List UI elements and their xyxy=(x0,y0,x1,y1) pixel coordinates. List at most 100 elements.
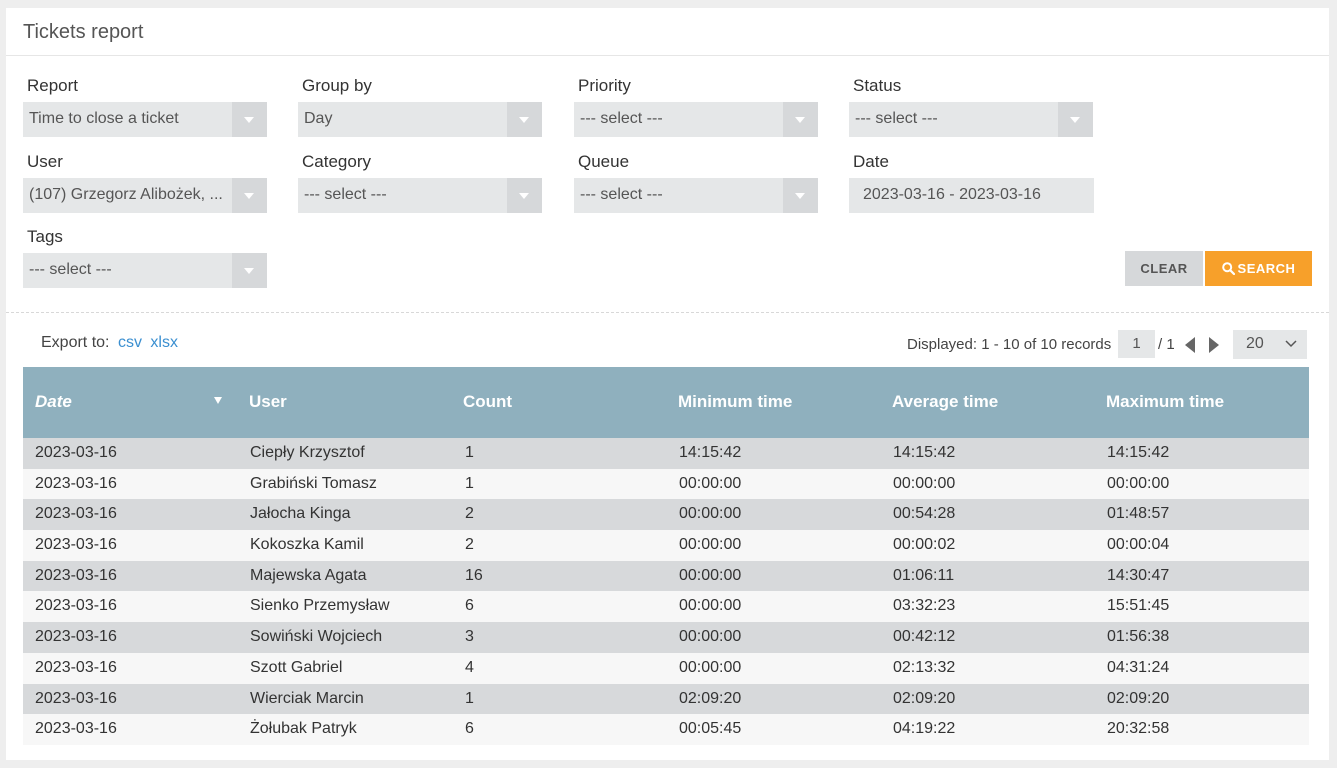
average-time-cell: 02:09:20 xyxy=(893,689,956,707)
user-cell: Grabiński Tomasz xyxy=(250,474,377,492)
chevron-down-icon xyxy=(1058,102,1093,137)
column-header-count[interactable]: Count xyxy=(463,392,512,412)
count-cell: 1 xyxy=(465,689,474,707)
category-select[interactable]: --- select --- xyxy=(298,178,542,213)
date-range-input[interactable]: 2023-03-16 - 2023-03-16 xyxy=(849,178,1094,213)
average-time-cell: 02:13:32 xyxy=(893,658,956,676)
export-label: Export to: xyxy=(41,334,110,351)
search-button-label: SEARCH xyxy=(1237,261,1296,276)
export-bar: Export to: csv xlsx xyxy=(41,334,178,352)
table-row: 2023-03-16 Ciepły Krzysztof 1 14:15:42 14:15… xyxy=(23,438,1309,469)
date-cell: 2023-03-16 xyxy=(35,474,117,492)
prev-page-icon[interactable] xyxy=(1185,337,1195,353)
user-cell: Żołubak Patryk xyxy=(250,720,357,738)
tags-select[interactable]: --- select --- xyxy=(23,253,267,288)
report-select-value: Time to close a ticket xyxy=(29,110,179,127)
panel-header: Tickets report xyxy=(6,8,1329,56)
user-cell: Sienko Przemysław xyxy=(250,597,390,615)
column-header-maximum-time[interactable]: Maximum time xyxy=(1106,392,1224,412)
group-by-select-value: Day xyxy=(304,110,333,127)
average-time-cell: 00:54:28 xyxy=(893,505,956,523)
average-time-cell: 04:19:22 xyxy=(893,720,956,738)
tags-label: Tags xyxy=(27,227,63,246)
user-cell: Kokoszka Kamil xyxy=(250,536,364,554)
total-pages: / 1 xyxy=(1158,336,1175,353)
date-cell: 2023-03-16 xyxy=(35,689,117,707)
table-row: 2023-03-16 Żołubak Patryk 6 00:05:45 04:19:2… xyxy=(23,714,1309,745)
average-time-cell: 14:15:42 xyxy=(893,444,956,461)
export-csv-link[interactable]: csv xyxy=(118,334,142,351)
next-page-icon[interactable] xyxy=(1209,337,1219,353)
maximum-time-cell: 02:09:20 xyxy=(1107,689,1170,707)
priority-select[interactable]: --- select --- xyxy=(574,102,818,137)
maximum-time-cell: 00:00:04 xyxy=(1107,536,1170,554)
user-label: User xyxy=(27,152,63,171)
report-label: Report xyxy=(27,76,79,95)
date-cell: 2023-03-16 xyxy=(35,505,117,523)
minimum-time-cell: 00:00:00 xyxy=(679,566,742,584)
status-label: Status xyxy=(853,76,902,95)
category-select-value: --- select --- xyxy=(304,186,387,203)
report-table: Date User Count Minimum time Average tim… xyxy=(23,367,1309,745)
count-cell: 1 xyxy=(465,474,474,492)
export-xlsx-link[interactable]: xlsx xyxy=(150,334,178,351)
sort-desc-icon[interactable] xyxy=(214,397,222,404)
table-row: 2023-03-16 Sowiński Wojciech 3 00:00:00 00:4… xyxy=(23,622,1309,653)
queue-select-value: --- select --- xyxy=(580,186,663,203)
average-time-cell: 00:42:12 xyxy=(893,628,956,646)
status-select-value: --- select --- xyxy=(855,110,938,127)
report-select[interactable]: Time to close a ticket xyxy=(23,102,267,137)
average-time-cell: 01:06:11 xyxy=(893,566,955,584)
average-time-cell: 03:32:23 xyxy=(893,597,956,615)
average-time-cell: 00:00:02 xyxy=(893,536,956,554)
table-row: 2023-03-16 Kokoszka Kamil 2 00:00:00 00:00:0… xyxy=(23,530,1309,561)
user-cell: Jałocha Kinga xyxy=(250,505,351,523)
search-button[interactable]: SEARCH xyxy=(1205,251,1312,286)
table-row: 2023-03-16 Grabiński Tomasz 1 00:00:00 00:00… xyxy=(23,468,1309,500)
chevron-down-icon xyxy=(507,178,542,213)
count-cell: 3 xyxy=(465,628,474,646)
per-page-select[interactable]: 20 xyxy=(1233,330,1307,359)
chevron-down-icon xyxy=(1285,340,1297,348)
count-cell: 6 xyxy=(465,597,474,615)
table-row: 2023-03-16 Sienko Przemysław 6 00:00:00 03:3… xyxy=(23,591,1309,623)
status-select[interactable]: --- select --- xyxy=(849,102,1093,137)
date-cell: 2023-03-16 xyxy=(35,720,117,738)
maximum-time-cell: 01:56:38 xyxy=(1107,628,1170,646)
current-page-input[interactable]: 1 xyxy=(1118,330,1155,358)
user-cell: Szott Gabriel xyxy=(250,658,343,676)
table-body: 2023-03-16 Ciepły Krzysztof 1 14:15:42 14:15… xyxy=(23,438,1309,745)
section-divider xyxy=(6,312,1329,313)
maximum-time-cell: 15:51:45 xyxy=(1107,597,1170,615)
column-header-user[interactable]: User xyxy=(249,392,287,412)
date-cell: 2023-03-16 xyxy=(35,566,117,584)
user-select-value: (107) Grzegorz Alibożek, ... xyxy=(29,186,223,203)
chevron-down-icon xyxy=(507,102,542,137)
priority-label: Priority xyxy=(578,76,631,95)
count-cell: 6 xyxy=(465,720,474,738)
column-header-average-time[interactable]: Average time xyxy=(892,392,998,412)
average-time-cell: 00:00:00 xyxy=(893,474,956,492)
column-header-minimum-time[interactable]: Minimum time xyxy=(678,392,792,412)
queue-select[interactable]: --- select --- xyxy=(574,178,818,213)
user-cell: Wierciak Marcin xyxy=(250,689,364,707)
chevron-down-icon xyxy=(232,102,267,137)
date-cell: 2023-03-16 xyxy=(35,628,117,646)
minimum-time-cell: 00:00:00 xyxy=(679,658,742,676)
group-by-label: Group by xyxy=(302,76,372,95)
table-row: 2023-03-16 Wierciak Marcin 1 02:09:20 02:09:… xyxy=(23,683,1309,715)
clear-button[interactable]: CLEAR xyxy=(1125,251,1203,286)
maximum-time-cell: 14:15:42 xyxy=(1107,444,1170,461)
count-cell: 4 xyxy=(465,658,474,676)
count-cell: 2 xyxy=(465,536,474,554)
date-cell: 2023-03-16 xyxy=(35,536,117,554)
user-select[interactable]: (107) Grzegorz Alibożek, ... xyxy=(23,178,267,213)
table-row: 2023-03-16 Jałocha Kinga 2 00:00:00 00:54:28… xyxy=(23,499,1309,531)
maximum-time-cell: 04:31:24 xyxy=(1107,658,1170,676)
tickets-report-panel: Tickets report Report Time to close a ti… xyxy=(6,8,1329,760)
column-header-date[interactable]: Date xyxy=(35,392,72,412)
minimum-time-cell: 00:00:00 xyxy=(679,597,742,615)
group-by-select[interactable]: Day xyxy=(298,102,542,137)
maximum-time-cell: 00:00:00 xyxy=(1107,474,1170,492)
maximum-time-cell: 14:30:47 xyxy=(1107,566,1170,584)
